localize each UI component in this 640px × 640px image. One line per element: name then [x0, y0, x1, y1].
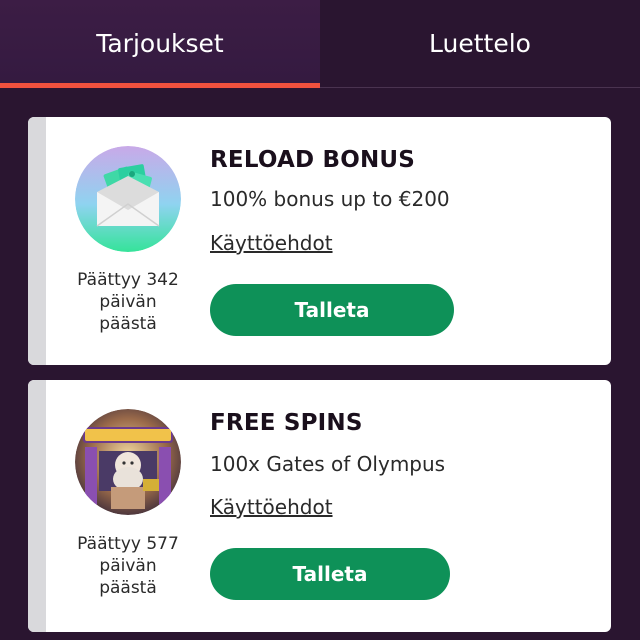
- envelope-money-icon: [75, 146, 181, 252]
- offer-card-reload-bonus: Päättyy 342 päivän päästä RELOAD BONUS 1…: [28, 117, 611, 365]
- terms-link[interactable]: Käyttöehdot: [210, 231, 333, 255]
- gates-of-olympus-game-icon: [75, 409, 181, 515]
- deposit-button[interactable]: Talleta: [210, 548, 450, 600]
- tab-luettelo-label: Luettelo: [429, 29, 531, 58]
- tab-tarjoukset[interactable]: Tarjoukset: [0, 0, 320, 88]
- offer-title: RELOAD BONUS: [210, 147, 416, 173]
- card-side-stripe: [28, 380, 46, 632]
- offer-tabs: Tarjoukset Luettelo: [0, 0, 640, 88]
- expiry-line: Päättyy 577: [77, 534, 179, 554]
- expiry-text: Päättyy 577 päivän päästä: [60, 533, 196, 599]
- offer-title: FREE SPINS: [210, 410, 363, 436]
- expiry-text: Päättyy 342 päivän päästä: [60, 269, 196, 335]
- card-side-stripe: [28, 117, 46, 365]
- deposit-button[interactable]: Talleta: [210, 284, 454, 336]
- deposit-button-label: Talleta: [294, 298, 370, 322]
- expiry-line: päästä: [99, 314, 157, 334]
- offer-description: 100x Gates of Olympus: [210, 452, 446, 476]
- tab-luettelo[interactable]: Luettelo: [320, 0, 640, 87]
- terms-link[interactable]: Käyttöehdot: [210, 495, 333, 519]
- offer-card-free-spins: Päättyy 577 päivän päästä FREE SPINS 100…: [28, 380, 611, 632]
- expiry-line: päivän: [99, 556, 157, 576]
- tab-tarjoukset-label: Tarjoukset: [96, 29, 224, 58]
- expiry-line: Päättyy 342: [77, 270, 179, 290]
- deposit-button-label: Talleta: [292, 562, 368, 586]
- expiry-line: päästä: [99, 578, 157, 598]
- offer-description: 100% bonus up to €200: [210, 187, 450, 211]
- expiry-line: päivän: [99, 292, 157, 312]
